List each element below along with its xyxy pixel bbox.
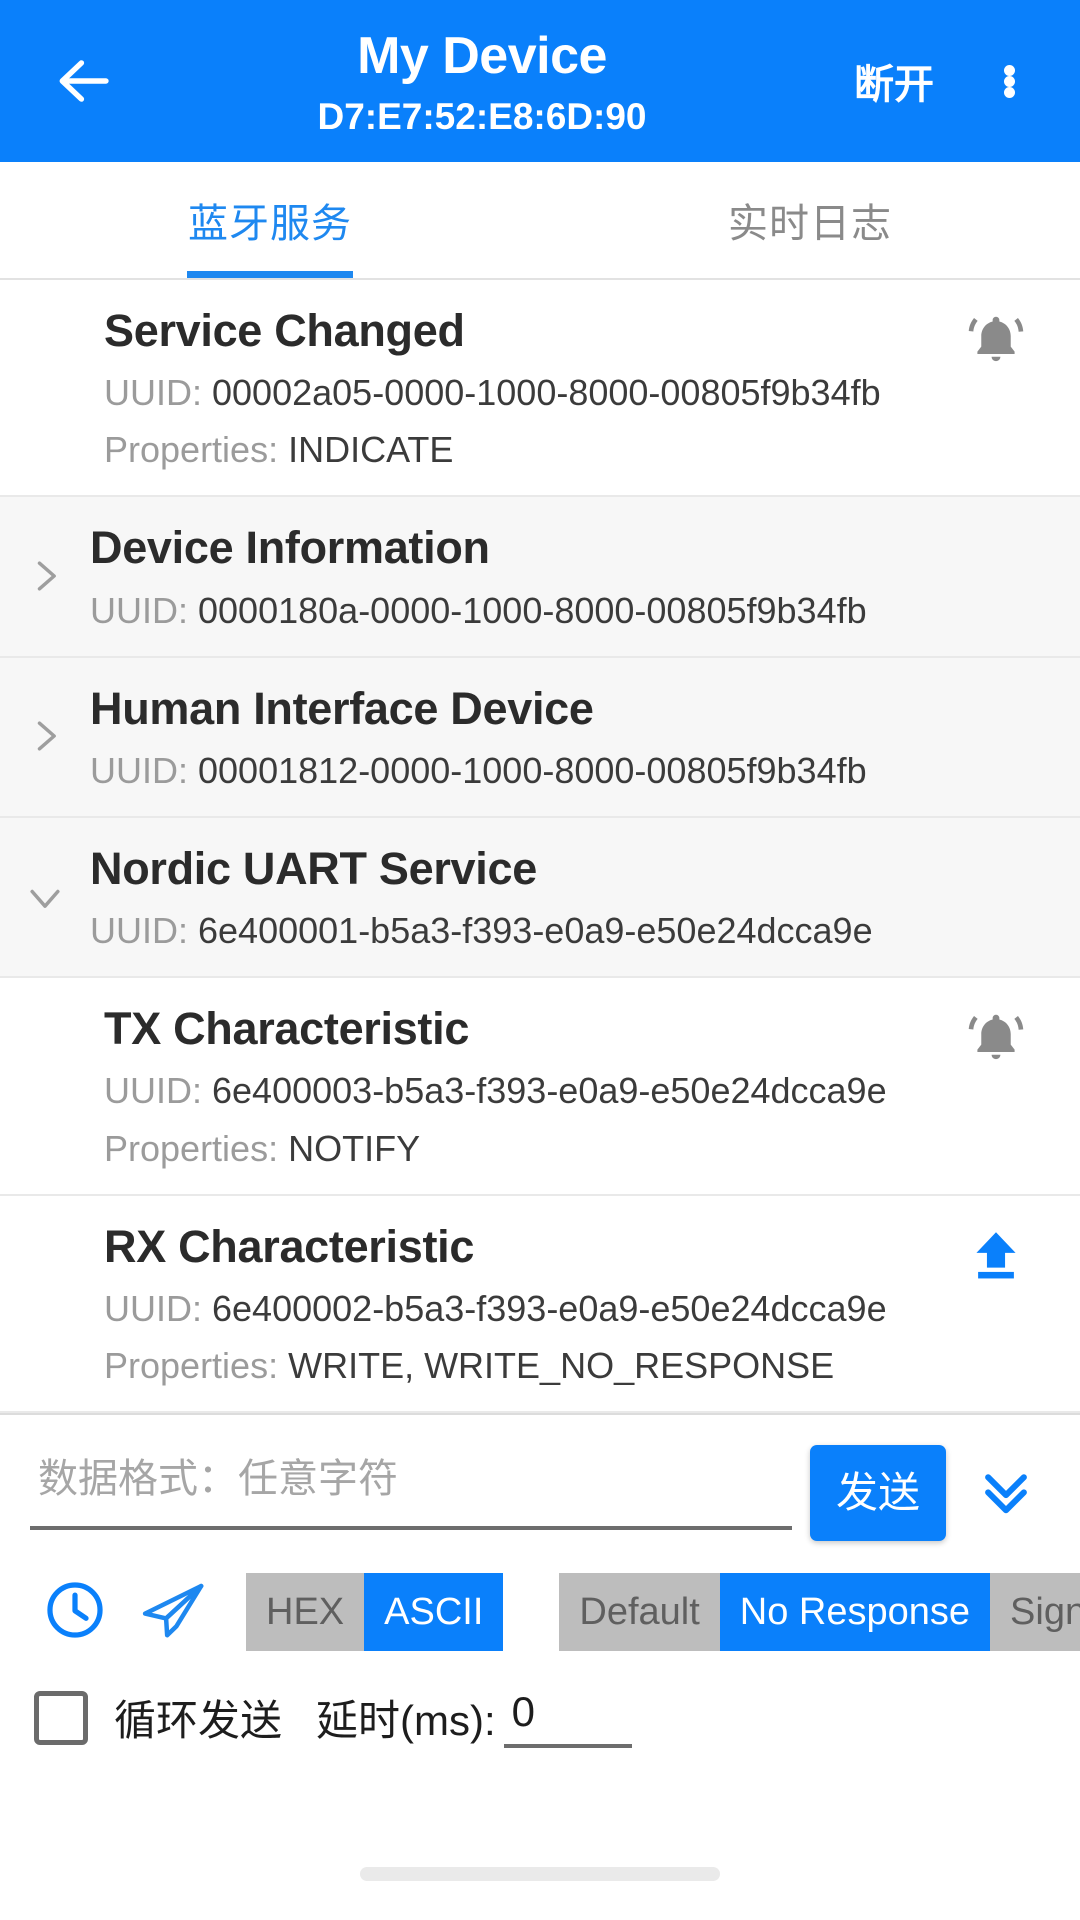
list-item-title: RX Characteristic (104, 1220, 475, 1272)
expand-panel-button[interactable] (958, 1445, 1054, 1541)
device-mac-address: D7:E7:52:E8:6D:90 (317, 95, 647, 137)
uuid-value: 00002a05-0000-1000-8000-00805f9b34fb (212, 372, 881, 414)
disconnect-button[interactable]: 断开 (844, 38, 944, 124)
upload-arrow-icon (967, 1226, 1025, 1289)
loop-send-label: 循环发送 (114, 1697, 283, 1745)
gatt-service-list: Service Changed UUID: 00002a05-0000-1000… (0, 280, 1080, 1414)
list-item-properties: Properties: INDICATE (104, 428, 942, 471)
format-option-hex[interactable]: HEX (246, 1573, 365, 1652)
delay-label: 延时(ms): (316, 1697, 496, 1745)
list-item[interactable]: TX Characteristic UUID: 6e400003-b5a3-f3… (0, 978, 1080, 1196)
list-item[interactable]: RX Characteristic UUID: 6e400002-b5a3-f3… (0, 1195, 1080, 1414)
tab-realtime-log[interactable]: 实时日志 (540, 162, 1080, 278)
list-item-properties: Properties: NOTIFY (104, 1127, 942, 1170)
loop-send-checkbox[interactable] (34, 1690, 88, 1745)
notify-toggle-button[interactable] (942, 1002, 1050, 1075)
write-mode-signed[interactable]: Signed (990, 1573, 1080, 1652)
send-bar: 发送 (0, 1413, 1080, 1542)
uuid-value: 6e400003-b5a3-f393-e0a9-e50e24dcca9e (212, 1070, 887, 1112)
write-button[interactable] (942, 1220, 1050, 1289)
uuid-value: 6e400001-b5a3-f393-e0a9-e50e24dcca9e (198, 910, 873, 952)
double-chevron-down-icon (973, 1458, 1039, 1529)
notifications-active-bell-icon (965, 1008, 1027, 1075)
list-item-title: TX Characteristic (104, 1003, 470, 1055)
uuid-label: UUID: (90, 589, 188, 631)
send-button[interactable]: 发送 (809, 1445, 946, 1542)
list-item-body: Human Interface Device UUID: 00001812-00… (90, 682, 942, 792)
properties-value: WRITE, WRITE_NO_RESPONSE (288, 1345, 835, 1387)
collapse-toggle[interactable] (0, 871, 90, 924)
tab-bluetooth-services[interactable]: 蓝牙服务 (0, 162, 540, 278)
app-bar: My Device D7:E7:52:E8:6D:90 断开 (0, 0, 1080, 162)
list-item-uuid: UUID: 00002a05-0000-1000-8000-00805f9b34… (104, 371, 942, 414)
uuid-label: UUID: (104, 1070, 202, 1112)
list-item-uuid: UUID: 6e400003-b5a3-f393-e0a9-e50e24dcca… (104, 1069, 942, 1112)
properties-label: Properties: (104, 1127, 279, 1169)
gesture-home-pill[interactable] (360, 1867, 720, 1881)
write-mode-no-response[interactable]: No Response (719, 1573, 991, 1652)
list-item[interactable]: Device Information UUID: 0000180a-0000-1… (0, 497, 1080, 658)
list-item[interactable]: Service Changed UUID: 00002a05-0000-1000… (0, 280, 1080, 498)
list-item-title: Service Changed (104, 305, 465, 356)
tab-bar: 蓝牙服务 实时日志 (0, 162, 1080, 280)
list-item-uuid: UUID: 6e400001-b5a3-f393-e0a9-e50e24dcca… (90, 909, 942, 952)
arrow-left-icon (53, 50, 115, 112)
back-button[interactable] (36, 33, 132, 129)
notifications-active-bell-icon (965, 310, 1027, 377)
list-item-body: TX Characteristic UUID: 6e400003-b5a3-f3… (0, 1002, 942, 1169)
write-mode-segmented-control: Default No Response Signed (559, 1573, 1080, 1652)
uuid-value: 6e400002-b5a3-f393-e0a9-e50e24dcca9e (212, 1287, 887, 1329)
page-title: My Device (357, 26, 607, 85)
paper-plane-icon (137, 1574, 209, 1651)
data-input[interactable] (30, 1451, 792, 1531)
list-item-body: RX Characteristic UUID: 6e400002-b5a3-f3… (0, 1220, 942, 1387)
list-item-body: Device Information UUID: 0000180a-0000-1… (90, 521, 942, 631)
data-input-wrapper (30, 1445, 792, 1531)
clock-icon (42, 1577, 108, 1648)
properties-value: NOTIFY (288, 1127, 421, 1169)
delay-input[interactable] (503, 1687, 632, 1748)
chevron-down-icon (23, 875, 67, 924)
list-item-title: Device Information (90, 522, 490, 574)
format-option-ascii[interactable]: ASCII (364, 1573, 504, 1652)
list-item-body: Nordic UART Service UUID: 6e400001-b5a3-… (90, 842, 942, 952)
list-item-uuid: UUID: 6e400002-b5a3-f393-e0a9-e50e24dcca… (104, 1287, 942, 1330)
uuid-value: 0000180a-0000-1000-8000-00805f9b34fb (198, 589, 867, 631)
more-vertical-icon (1003, 64, 1015, 98)
list-item-title: Human Interface Device (90, 682, 594, 734)
expand-toggle[interactable] (0, 710, 90, 763)
list-item-title: Nordic UART Service (90, 843, 537, 895)
list-item[interactable]: Human Interface Device UUID: 00001812-00… (0, 657, 1080, 819)
list-item-uuid: UUID: 00001812-0000-1000-8000-00805f9b34… (90, 749, 942, 792)
list-item-properties: Properties: WRITE, WRITE_NO_RESPONSE (104, 1344, 942, 1387)
chevron-right-icon (23, 714, 67, 763)
app-bar-titles: My Device D7:E7:52:E8:6D:90 (120, 30, 844, 135)
list-item-uuid: UUID: 0000180a-0000-1000-8000-00805f9b34… (90, 589, 942, 632)
uuid-label: UUID: (104, 1287, 202, 1329)
properties-label: Properties: (104, 429, 279, 471)
notify-toggle-button[interactable] (942, 304, 1050, 377)
uuid-label: UUID: (90, 749, 188, 791)
properties-value: INDICATE (288, 429, 454, 471)
loop-send-row: 循环发送 延时(ms): (0, 1661, 1080, 1748)
uuid-label: UUID: (90, 910, 188, 952)
uuid-value: 00001812-0000-1000-8000-00805f9b34fb (198, 749, 867, 791)
list-item-body: Service Changed UUID: 00002a05-0000-1000… (0, 304, 942, 471)
send-options-toolbar: HEX ASCII Default No Response Signed (0, 1541, 1080, 1661)
list-item[interactable]: Nordic UART Service UUID: 6e400001-b5a3-… (0, 818, 1080, 979)
quick-send-button[interactable] (124, 1563, 222, 1661)
history-button[interactable] (26, 1563, 124, 1661)
data-format-segmented-control: HEX ASCII (246, 1573, 504, 1652)
uuid-label: UUID: (104, 372, 202, 414)
system-navigation-bar (0, 1828, 1080, 1920)
tab-label: 蓝牙服务 (188, 202, 352, 246)
chevron-right-icon (23, 554, 67, 603)
expand-toggle[interactable] (0, 550, 90, 603)
tab-label: 实时日志 (728, 202, 892, 246)
overflow-menu-button[interactable] (966, 33, 1052, 129)
properties-label: Properties: (104, 1345, 279, 1387)
write-mode-default[interactable]: Default (559, 1573, 720, 1652)
